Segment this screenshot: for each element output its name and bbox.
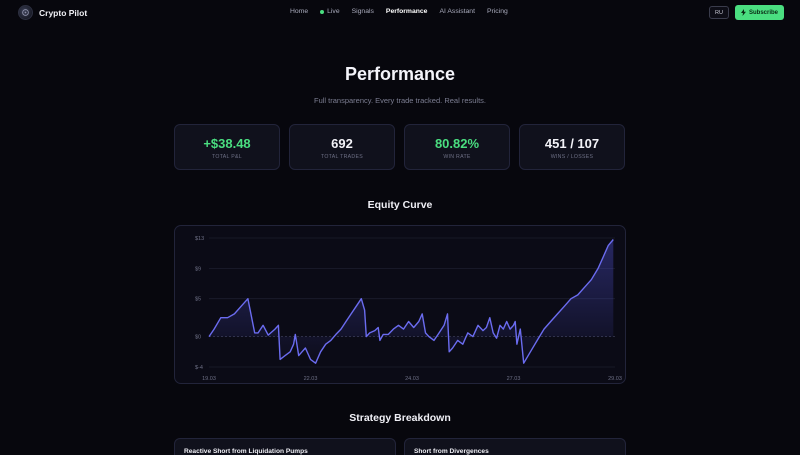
language-button[interactable]: RU — [709, 6, 729, 19]
y-tick-label: $-4 — [195, 365, 203, 371]
stat-value: 692 — [331, 136, 353, 151]
strategy-name: Reactive Short from Liquidation Pumps — [184, 448, 308, 455]
page-title: Performance — [344, 64, 456, 84]
stat-wins-losses: 451 / 107 WINS / LOSSES — [519, 124, 625, 170]
x-tick-label: 27.03 — [507, 376, 521, 382]
subscribe-label: Subscribe — [748, 9, 778, 16]
brand-name: Crypto Pilot — [39, 7, 88, 18]
stat-label: TOTAL P&L — [212, 154, 242, 160]
x-tick-label: 24.03 — [405, 376, 419, 382]
x-tick-label: 22.03 — [304, 376, 318, 382]
stat-win-rate: 80.82% WIN RATE — [404, 124, 510, 170]
equity-curve-title: Equity Curve — [367, 199, 433, 211]
main-menu: Home Live Signals Performance AI Assista… — [290, 8, 520, 15]
nav-home[interactable]: Home — [290, 8, 308, 15]
page-subtitle: Full transparency. Every trade tracked. … — [313, 96, 486, 105]
y-tick-label: $5 — [195, 297, 201, 303]
x-tick-label: 19.03 — [202, 376, 216, 382]
equity-chart-card: $13 $9 $5 $0 $-4 19.03 22.03 24.03 27.03 29.03 — [174, 225, 626, 384]
stat-label: TOTAL TRADES — [320, 154, 364, 160]
brand[interactable]: Crypto Pilot — [18, 5, 87, 20]
stat-value: 80.82% — [434, 136, 480, 151]
subscribe-button[interactable]: Subscribe — [735, 5, 784, 20]
y-tick-label: $9 — [195, 266, 201, 272]
equity-chart: $13 $9 $5 $0 $-4 19.03 22.03 24.03 27.03 29.03 — [195, 236, 622, 382]
stat-value: 451 / 107 — [544, 136, 600, 151]
stat-total-trades: 692 TOTAL TRADES — [289, 124, 395, 170]
live-dot-icon — [320, 9, 325, 14]
strategy-name: Short from Divergences — [414, 448, 489, 455]
y-tick-label: $0 — [195, 335, 201, 341]
equity-area — [209, 239, 614, 364]
strategy-breakdown-title: Strategy Breakdown — [349, 412, 451, 424]
nav-signals[interactable]: Signals — [352, 8, 374, 15]
stat-value: +$38.48 — [203, 136, 251, 151]
stat-total-pnl: +$38.48 TOTAL P&L — [174, 124, 280, 170]
stat-label: WIN RATE — [443, 154, 471, 160]
nav-live-label: Live — [327, 8, 340, 15]
top-nav: Crypto Pilot Home Live Signals Performan… — [0, 0, 800, 26]
bolt-icon — [740, 9, 746, 16]
strategy-card[interactable]: Short from Divergences — [404, 438, 626, 455]
strategy-card[interactable]: Reactive Short from Liquidation Pumps — [174, 438, 396, 455]
equity-line — [208, 239, 614, 364]
nav-live[interactable]: Live — [320, 8, 340, 15]
logo-icon — [18, 5, 33, 20]
stat-label: WINS / LOSSES — [550, 154, 594, 160]
nav-pricing[interactable]: Pricing — [487, 8, 508, 15]
y-tick-label: $13 — [195, 236, 204, 242]
nav-performance[interactable]: Performance — [386, 8, 428, 15]
nav-ai-assistant[interactable]: AI Assistant — [439, 8, 475, 15]
x-tick-label: 29.03 — [608, 376, 622, 382]
